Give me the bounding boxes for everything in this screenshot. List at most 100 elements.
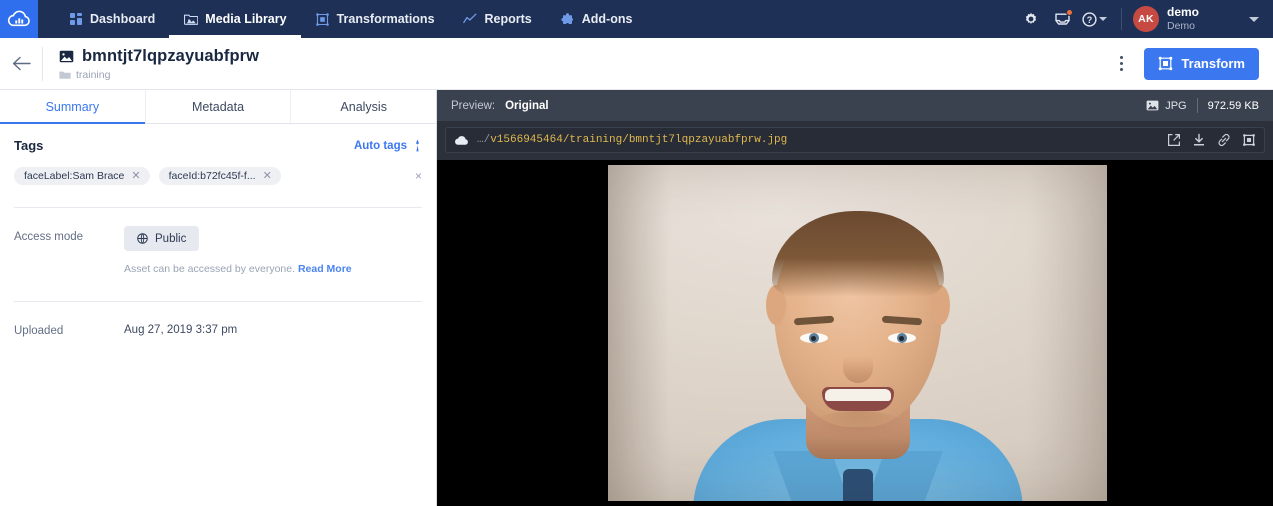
remove-tag-icon[interactable]: ✕ (131, 171, 140, 182)
subject-mouth (822, 387, 894, 411)
asset-subheader: bmntjt7lqpzayuabfprw training (0, 38, 1273, 90)
preview-value[interactable]: Original (505, 100, 548, 112)
asset-url-bar[interactable]: …/v1566945464/training/bmntjt7lqpzayuabf… (445, 127, 1265, 153)
help-circle-icon[interactable]: ? (1080, 0, 1110, 38)
photo-shadow-right (1027, 165, 1107, 501)
subheader-divider (42, 47, 43, 81)
photo-shadow-left (608, 165, 670, 501)
transformations-icon (315, 12, 330, 27)
chart-line-icon (463, 12, 478, 27)
preview-stage (437, 160, 1273, 506)
asset-preview-image[interactable] (608, 165, 1107, 501)
grid-icon (68, 12, 83, 27)
details-tabs: Summary Metadata Analysis (0, 90, 436, 124)
title-row: bmntjt7lqpzayuabfprw (59, 47, 259, 66)
user-subtitle: Demo (1167, 20, 1199, 32)
user-name: demo (1167, 6, 1199, 20)
tab-analysis[interactable]: Analysis (290, 90, 436, 123)
access-mode-description: Asset can be accessed by everyone. (124, 263, 295, 275)
preview-meta: JPG 972.59 KB (1146, 98, 1259, 113)
clear-all-tags-icon[interactable]: × (415, 169, 422, 183)
transform-icon (1158, 56, 1173, 71)
nav-item-dashboard[interactable]: Dashboard (54, 0, 169, 38)
breadcrumb[interactable]: training (59, 69, 259, 81)
nav-item-media-library[interactable]: Media Library (169, 0, 300, 38)
uploaded-row: Uploaded Aug 27, 2019 3:37 pm (0, 302, 436, 337)
transform-button[interactable]: Transform (1144, 48, 1259, 80)
shirt-placket (843, 469, 873, 501)
gear-icon[interactable] (1016, 0, 1046, 38)
tags-title: Tags (14, 138, 43, 153)
cloud-icon (454, 135, 469, 146)
url-actions (1167, 133, 1256, 147)
tab-analysis-label: Analysis (340, 100, 387, 114)
uploaded-value: Aug 27, 2019 3:37 pm (124, 320, 422, 336)
user-chevron-down-icon[interactable] (1249, 17, 1259, 22)
transform-button-label: Transform (1181, 56, 1245, 71)
url-bar-wrapper: …/v1566945464/training/bmntjt7lqpzayuabf… (437, 121, 1273, 160)
user-labels: demo Demo (1167, 6, 1199, 32)
folder-icon (59, 70, 71, 80)
tab-metadata[interactable]: Metadata (145, 90, 291, 123)
user-menu[interactable]: AK demo Demo (1133, 6, 1263, 32)
tag-chip[interactable]: faceLabel:Sam Brace ✕ (14, 167, 150, 185)
tag-chip-list: faceLabel:Sam Brace ✕ faceId:b72fc45f-f.… (14, 167, 422, 185)
tab-summary-label: Summary (46, 100, 99, 114)
top-navigation-bar: Dashboard Media Library (0, 0, 1273, 38)
media-folder-icon (183, 12, 198, 27)
url-path: v1566945464/training/bmntjt7lqpzayuabfpr… (490, 134, 787, 146)
subject-chin-shadow (810, 411, 906, 441)
kebab-menu-icon[interactable] (1108, 49, 1134, 79)
access-mode-value: Public (155, 233, 186, 245)
access-mode-button[interactable]: Public (124, 226, 199, 251)
cloudinary-logo[interactable] (0, 0, 38, 38)
nav-label-transformations: Transformations (337, 12, 435, 26)
tags-section: Tags Auto tags faceLabel:Sam Brace (0, 124, 436, 185)
open-external-icon[interactable] (1167, 133, 1181, 147)
image-icon (59, 50, 74, 63)
uploaded-value-block: Aug 27, 2019 3:37 pm (124, 320, 422, 337)
access-mode-description-row: Asset can be accessed by everyone. Read … (124, 263, 422, 275)
nav-right-actions: ? AK demo Demo (1016, 0, 1273, 38)
nav-item-add-ons[interactable]: Add-ons (546, 0, 647, 38)
nav-label-reports: Reports (485, 12, 532, 26)
tab-summary[interactable]: Summary (0, 90, 145, 123)
subject-eye-right (888, 333, 916, 343)
copy-link-icon[interactable] (1217, 133, 1231, 147)
nav-divider (1121, 8, 1122, 30)
access-mode-label: Access mode (14, 226, 124, 275)
nav-item-transformations[interactable]: Transformations (301, 0, 449, 38)
chevron-down-icon (1099, 17, 1107, 21)
preview-panel: Preview: Original JPG (437, 90, 1273, 506)
subject-eye-left (800, 333, 828, 343)
read-more-link[interactable]: Read More (298, 263, 352, 275)
tag-chip[interactable]: faceId:b72fc45f-f... ✕ (159, 167, 281, 185)
preview-toolbar: Preview: Original JPG (437, 90, 1273, 121)
file-size: 972.59 KB (1208, 100, 1259, 112)
remove-tag-icon[interactable]: ✕ (263, 171, 272, 182)
tab-metadata-label: Metadata (192, 100, 244, 114)
body-split: Summary Metadata Analysis Tags Auto tags (0, 90, 1273, 506)
access-mode-row: Access mode Public Asset can be accessed… (0, 208, 436, 275)
back-arrow-icon[interactable] (0, 38, 42, 90)
details-panel: Summary Metadata Analysis Tags Auto tags (0, 90, 437, 506)
nav-item-reports[interactable]: Reports (449, 0, 546, 38)
fullscreen-icon[interactable] (1242, 133, 1256, 147)
svg-text:?: ? (1087, 15, 1093, 25)
notification-badge (1066, 9, 1073, 16)
nav-label-media-library: Media Library (205, 12, 286, 26)
url-prefix: …/ (477, 134, 490, 146)
puzzle-piece-icon (560, 12, 575, 27)
nav-label-add-ons: Add-ons (582, 12, 633, 26)
download-icon[interactable] (1192, 133, 1206, 147)
subject-nose (843, 345, 873, 383)
inbox-icon[interactable] (1048, 0, 1078, 38)
file-format-label: JPG (1165, 100, 1186, 112)
asset-url: …/v1566945464/training/bmntjt7lqpzayuabf… (477, 134, 787, 146)
auto-tags-button[interactable]: Auto tags (354, 139, 422, 152)
app-root: Dashboard Media Library (0, 0, 1273, 506)
file-format: JPG (1146, 100, 1186, 112)
uploaded-label: Uploaded (14, 320, 124, 337)
access-mode-value-block: Public Asset can be accessed by everyone… (124, 226, 422, 275)
tag-chip-label: faceLabel:Sam Brace (24, 170, 124, 182)
